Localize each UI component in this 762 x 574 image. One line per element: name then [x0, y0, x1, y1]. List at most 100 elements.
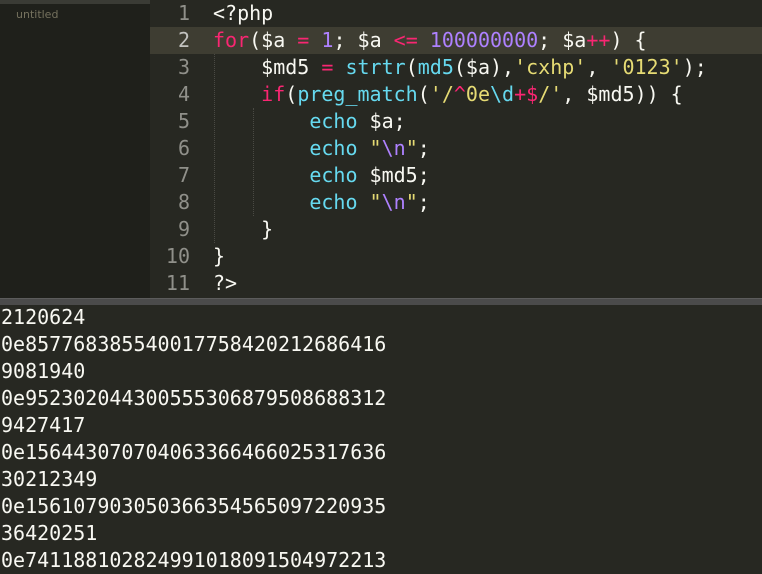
code-token: $md5;	[357, 163, 430, 187]
code-text: echo $md5;	[213, 162, 430, 189]
code-line[interactable]: 9 }	[150, 216, 762, 243]
code-line[interactable]: 2 for($a = 1; $a <= 100000000; $a++) {	[150, 27, 762, 54]
output-line: 36420251	[1, 521, 98, 545]
code-token: ;	[417, 136, 430, 160]
output-line: 0e156107903050366354565097220935	[1, 494, 387, 518]
code-token: ?>	[213, 271, 238, 295]
code-line[interactable]: 3 $md5 = strtr(md5($a),'cxhp', '0123');	[150, 54, 762, 81]
code-token: =	[309, 55, 346, 79]
code-line[interactable]: 7 echo $md5;	[150, 162, 762, 189]
code-token: <?php	[213, 1, 274, 25]
code-token: if	[261, 82, 286, 106]
line-number: 2	[177, 28, 190, 52]
code-text: echo $a;	[213, 108, 406, 135]
line-number: 1	[177, 1, 190, 25]
code-token: \d	[490, 82, 515, 106]
code-token: preg_match	[297, 82, 418, 106]
code-editor[interactable]: 1 <?php 2 for($a = 1; $a <= 100000000; $a++…	[150, 0, 762, 298]
code-token: \n	[381, 136, 406, 160]
code-token: "	[405, 190, 418, 214]
code-token: echo	[309, 190, 358, 214]
code-token: ,	[586, 55, 611, 79]
code-token: echo	[309, 109, 358, 133]
code-token: md5	[417, 55, 454, 79]
code-token: $a	[357, 28, 382, 52]
line-number: 7	[177, 163, 190, 187]
line-number: 5	[177, 109, 190, 133]
sidebar-file-untitled[interactable]: untitled	[0, 4, 150, 21]
line-number: 10	[165, 244, 190, 268]
code-token: ),	[490, 55, 515, 79]
code-token: }	[213, 217, 274, 241]
code-token: $a	[465, 55, 490, 79]
code-token: ++	[586, 28, 611, 52]
output-line: 2120624	[1, 305, 86, 329]
code-token: (	[417, 82, 430, 106]
code-token: ;	[538, 28, 563, 52]
code-token: /'	[538, 82, 563, 106]
panel-divider[interactable]	[0, 298, 762, 305]
code-token: "	[405, 136, 418, 160]
code-token: '/	[429, 82, 454, 106]
code-line[interactable]: 4 if(preg_match('/^0e\d+$/', $md5)) {	[150, 81, 762, 108]
code-token: =	[285, 28, 322, 52]
code-token: for	[213, 28, 250, 52]
code-text: }	[213, 243, 225, 270]
code-token: 100000000	[429, 28, 539, 52]
code-token: (	[285, 82, 298, 106]
code-line[interactable]: 6 echo "\n";	[150, 135, 762, 162]
output-line: 30212349	[1, 467, 98, 491]
code-token: $a	[261, 28, 286, 52]
code-token: ;	[333, 28, 358, 52]
code-token: echo	[309, 136, 358, 160]
line-number: 6	[177, 136, 190, 160]
code-line[interactable]: 1 <?php	[150, 0, 762, 27]
code-token: );	[682, 55, 707, 79]
code-token: strtr	[345, 55, 406, 79]
code-token: <=	[381, 28, 430, 52]
code-token: $md5	[261, 55, 310, 79]
code-token: \n	[381, 190, 406, 214]
code-text: if(preg_match('/^0e\d+$/', $md5)) {	[213, 81, 683, 108]
code-token: echo	[309, 163, 358, 187]
code-text: <?php	[213, 0, 273, 27]
code-text: echo "\n";	[213, 135, 430, 162]
output-line: 0e952302044300555306879508688312	[1, 386, 387, 410]
code-line[interactable]: 8 echo "\n";	[150, 189, 762, 216]
output-line: 0e156443070704063366466025317636	[1, 440, 387, 464]
code-token: (	[405, 55, 418, 79]
code-line[interactable]: 10}	[150, 243, 762, 270]
code-text: echo "\n";	[213, 189, 430, 216]
output-panel: 2120624 0e857768385540017758420212686416 9…	[0, 305, 762, 572]
code-token: '0123'	[610, 55, 683, 79]
code-token: $md5	[586, 82, 635, 106]
code-token: 0e	[465, 82, 491, 106]
code-line[interactable]: 11 ?>	[150, 270, 762, 297]
line-number: 8	[177, 190, 190, 214]
output-line: 9081940	[1, 359, 86, 383]
code-token: (	[249, 28, 262, 52]
line-number: 9	[177, 217, 190, 241]
code-token: (	[453, 55, 466, 79]
output-line: 0e857768385540017758420212686416	[1, 332, 387, 356]
sidebar: untitled	[0, 0, 150, 298]
code-text: $md5 = strtr(md5($a),'cxhp', '0123');	[213, 54, 707, 81]
code-token: $a;	[357, 109, 406, 133]
code-token: "	[369, 136, 382, 160]
code-token: 'cxhp'	[514, 55, 587, 79]
line-number: 11	[165, 271, 190, 295]
code-token: ^	[453, 82, 466, 106]
code-token: ;	[417, 190, 430, 214]
code-token: )) {	[634, 82, 683, 106]
code-text: for($a = 1; $a <= 100000000; $a++) {	[213, 27, 647, 54]
code-line[interactable]: 5 echo $a;	[150, 108, 762, 135]
code-token: "	[369, 190, 382, 214]
code-text: ?>	[213, 270, 237, 297]
